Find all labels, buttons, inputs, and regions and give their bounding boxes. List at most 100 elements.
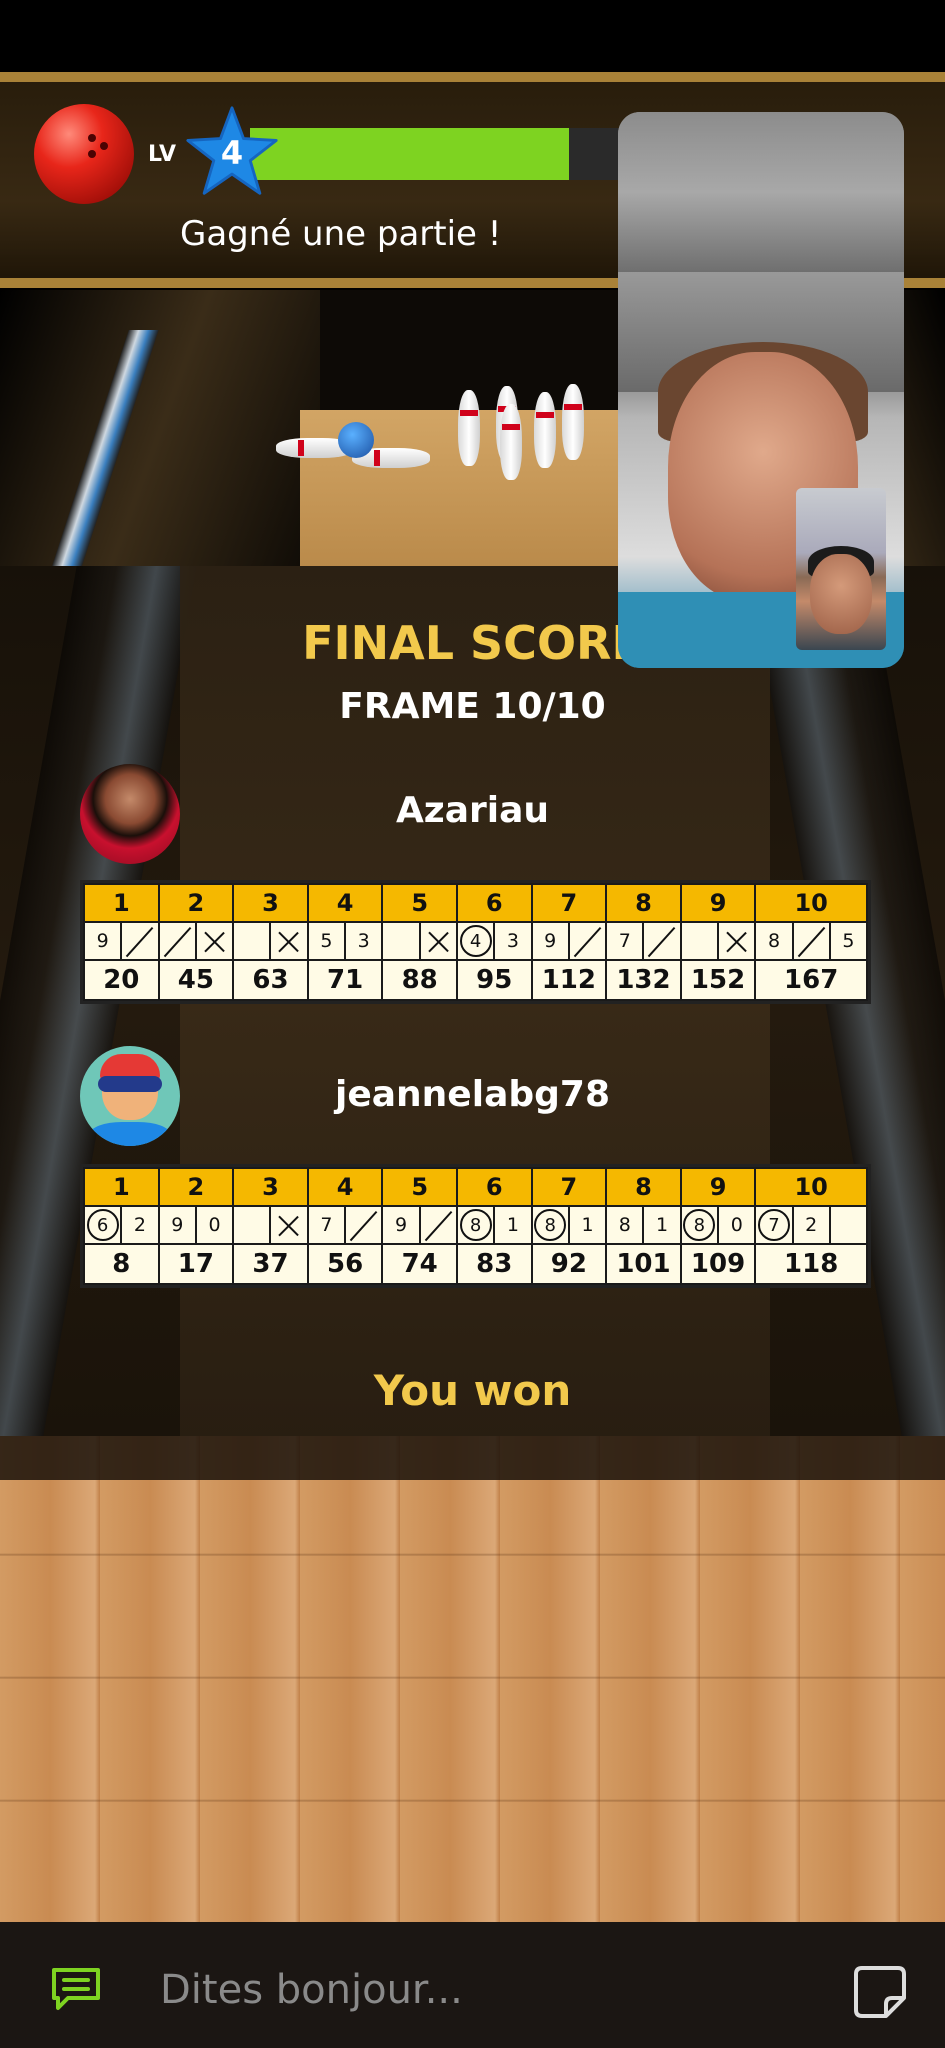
frame-number: 10: [754, 883, 868, 923]
roll-value: 0: [194, 1207, 232, 1243]
frame-rolls: 81: [455, 1205, 533, 1245]
frame-total: 45: [157, 959, 235, 1001]
frame-number: 4: [306, 1167, 384, 1207]
frame-number: 5: [381, 1167, 458, 1207]
scorecard-player-1: 1 2 3 4 5 6 7 8 9 10 953439785 20 45 63 …: [80, 880, 871, 1004]
frame-total: 83: [455, 1243, 533, 1285]
frame-rolls: 80: [679, 1205, 757, 1245]
spare-mark: [642, 923, 679, 959]
roll-value: 7: [618, 930, 631, 952]
chat-input[interactable]: [158, 1964, 762, 2016]
roll-value: [234, 1207, 269, 1243]
roll-value: [234, 923, 269, 959]
frame-total: 167: [754, 959, 868, 1001]
spare-mark: [418, 1207, 456, 1243]
chat-icon[interactable]: [48, 1966, 104, 2012]
frame-total: 152: [679, 959, 757, 1001]
frame-rolls: 81: [605, 1205, 682, 1245]
frame-total: 74: [381, 1243, 458, 1285]
frame-total: 118: [754, 1243, 868, 1285]
roll-value: [682, 923, 717, 959]
bowling-pin: [458, 390, 480, 466]
frame-total: 101: [605, 1243, 682, 1285]
frame-total: 132: [605, 959, 682, 1001]
frame-total: 88: [381, 959, 458, 1001]
strike-mark: [269, 1207, 306, 1243]
roll-value: [828, 1207, 866, 1243]
split-roll: 4: [458, 923, 493, 959]
frame-rolls: 7: [605, 921, 682, 961]
rolls-row: 953439785: [83, 921, 868, 961]
spare-mark: [120, 923, 157, 959]
frame-total: 109: [679, 1243, 757, 1285]
bowling-ball-icon: [34, 104, 134, 204]
frame-number: 1: [83, 883, 160, 923]
self-view-thumbnail[interactable]: [796, 488, 886, 650]
roll-value: 5: [828, 923, 866, 959]
frame-total: 71: [306, 959, 384, 1001]
roll-value: 5: [320, 930, 333, 952]
frame-rolls: [381, 921, 458, 961]
frame-rolls: 81: [530, 1205, 608, 1245]
frame-rolls: 72: [754, 1205, 868, 1245]
frame-number: 8: [605, 883, 682, 923]
status-bar: [0, 0, 945, 72]
frame-total: 112: [530, 959, 608, 1001]
frame-rolls: 85: [754, 921, 868, 961]
roll-value: 2: [120, 1207, 157, 1243]
frame-rolls: 90: [157, 1205, 235, 1245]
scorecard-player-2: 1 2 3 4 5 6 7 8 9 10 6290798181818072 8 …: [80, 1164, 871, 1288]
xp-bar-fill: [250, 128, 570, 180]
roll-value: 8: [767, 930, 781, 952]
split-roll: 8: [533, 1207, 568, 1243]
sticker-icon[interactable]: [852, 1964, 908, 2020]
roll-value: 1: [493, 1207, 530, 1243]
frame-label: FRAME 10/10: [339, 686, 606, 727]
split-roll: 6: [85, 1207, 120, 1243]
strike-mark: [418, 923, 456, 959]
result-text: You won: [373, 1366, 572, 1415]
frame-total: 56: [306, 1243, 384, 1285]
roll-value: 3: [344, 923, 381, 959]
frame-number: 6: [455, 883, 533, 923]
bowling-pin: [500, 404, 522, 480]
strike-mark: [194, 923, 232, 959]
frame-number: 7: [530, 883, 608, 923]
frame-number: 9: [679, 883, 757, 923]
frame-number: 9: [679, 1167, 757, 1207]
roll-value: 2: [791, 1207, 829, 1243]
frame-number: 2: [157, 883, 235, 923]
frame-total: 92: [530, 1243, 608, 1285]
frame-rolls: 53: [306, 921, 384, 961]
wood-floor: [0, 1436, 945, 1922]
frame-rolls: 9: [381, 1205, 458, 1245]
frame-rolls: 7: [306, 1205, 384, 1245]
bowling-pin: [534, 392, 556, 468]
split-roll: 8: [458, 1207, 493, 1243]
frame-header-row: 1 2 3 4 5 6 7 8 9 10: [83, 1167, 868, 1207]
frame-total: 63: [232, 959, 309, 1001]
roll-value: 3: [493, 923, 530, 959]
frame-number: 10: [754, 1167, 868, 1207]
spare-mark: [160, 923, 195, 959]
frame-number: 4: [306, 883, 384, 923]
roll-value: 9: [96, 930, 109, 952]
frame-total: 8: [83, 1243, 160, 1285]
totals-row: 8 17 37 56 74 83 92 101 109 118: [83, 1243, 868, 1285]
roll-value: 9: [544, 930, 557, 952]
roll-value: 8: [618, 1214, 631, 1236]
frame-rolls: 9: [530, 921, 608, 961]
roll-value: 7: [320, 1214, 333, 1236]
split-roll: 7: [756, 1207, 791, 1243]
frame-number: 8: [605, 1167, 682, 1207]
frame-total: 95: [455, 959, 533, 1001]
totals-row: 20 45 63 71 88 95 112 132 152 167: [83, 959, 868, 1001]
frame-rolls: 43: [455, 921, 533, 961]
frame-number: 7: [530, 1167, 608, 1207]
roll-value: 1: [642, 1207, 679, 1243]
frame-header-row: 1 2 3 4 5 6 7 8 9 10: [83, 883, 868, 923]
roll-value: 9: [171, 1214, 184, 1236]
frame-number: 2: [157, 1167, 235, 1207]
frame-rolls: [679, 921, 757, 961]
player-name: jeannelabg78: [335, 1074, 610, 1115]
